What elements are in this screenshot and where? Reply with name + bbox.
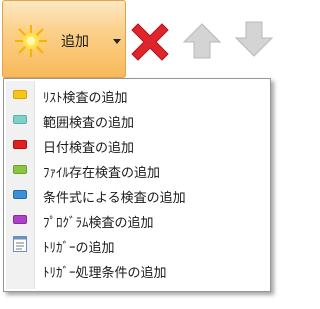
red-swatch-icon (13, 140, 27, 149)
menu-item-file-exists-check[interactable]: ﾌｧｲﾙ存在検査の追加 (6, 158, 268, 182)
menu-item-label: 条件式による検査の追加 (43, 191, 186, 206)
menu-item-condition-check[interactable]: 条件式による検査の追加 (6, 183, 268, 207)
teal-swatch-icon (13, 115, 27, 124)
menu-item-trigger[interactable]: ﾄﾘｶﾞｰの追加 (6, 233, 268, 257)
menu-item-label: ﾄﾘｶﾞｰ処理条件の追加 (43, 266, 167, 281)
menu-item-date-check[interactable]: 日付検査の追加 (6, 133, 268, 157)
menu-item-label: ﾌﾟﾛｸﾞﾗﾑ検査の追加 (43, 216, 154, 231)
menu-item-label: ﾄﾘｶﾞｰの追加 (43, 241, 115, 256)
purple-swatch-icon (13, 215, 27, 224)
delete-x-icon[interactable] (128, 18, 172, 62)
chevron-down-icon (113, 39, 121, 44)
add-button-label: 追加 (61, 34, 89, 50)
menu-item-trigger-condition[interactable]: ﾄﾘｶﾞｰ処理条件の追加 (6, 258, 268, 282)
add-dropdown-menu: ﾘｽﾄ検査の追加 範囲検査の追加 日付検査の追加 ﾌｧｲﾙ存在検査の追加 条件式… (3, 78, 271, 292)
yellow-swatch-icon (13, 90, 27, 99)
menu-item-program-check[interactable]: ﾌﾟﾛｸﾞﾗﾑ検査の追加 (6, 208, 268, 232)
green-swatch-icon (13, 165, 27, 174)
arrow-down-icon[interactable] (232, 18, 276, 62)
blue-swatch-icon (13, 190, 27, 199)
menu-item-label: ﾌｧｲﾙ存在検査の追加 (43, 166, 161, 181)
menu-item-label: 日付検査の追加 (43, 141, 135, 156)
arrow-up-icon[interactable] (180, 18, 224, 62)
add-dropdown-button[interactable]: 追加 (2, 0, 126, 78)
document-list-icon (13, 236, 27, 252)
toolbar: 追加 (0, 0, 278, 80)
menu-item-label: ﾘｽﾄ検査の追加 (43, 91, 128, 106)
menu-item-range-check[interactable]: 範囲検査の追加 (6, 108, 268, 132)
app-window: 追加 ﾘｽﾄ検査の追加 範囲検査の追加 日付検査の追加 ﾌｧｲﾙ存在検査の追加 … (0, 0, 289, 309)
star-icon (15, 25, 47, 57)
menu-item-list-check[interactable]: ﾘｽﾄ検査の追加 (6, 83, 268, 107)
menu-item-label: 範囲検査の追加 (43, 116, 135, 131)
